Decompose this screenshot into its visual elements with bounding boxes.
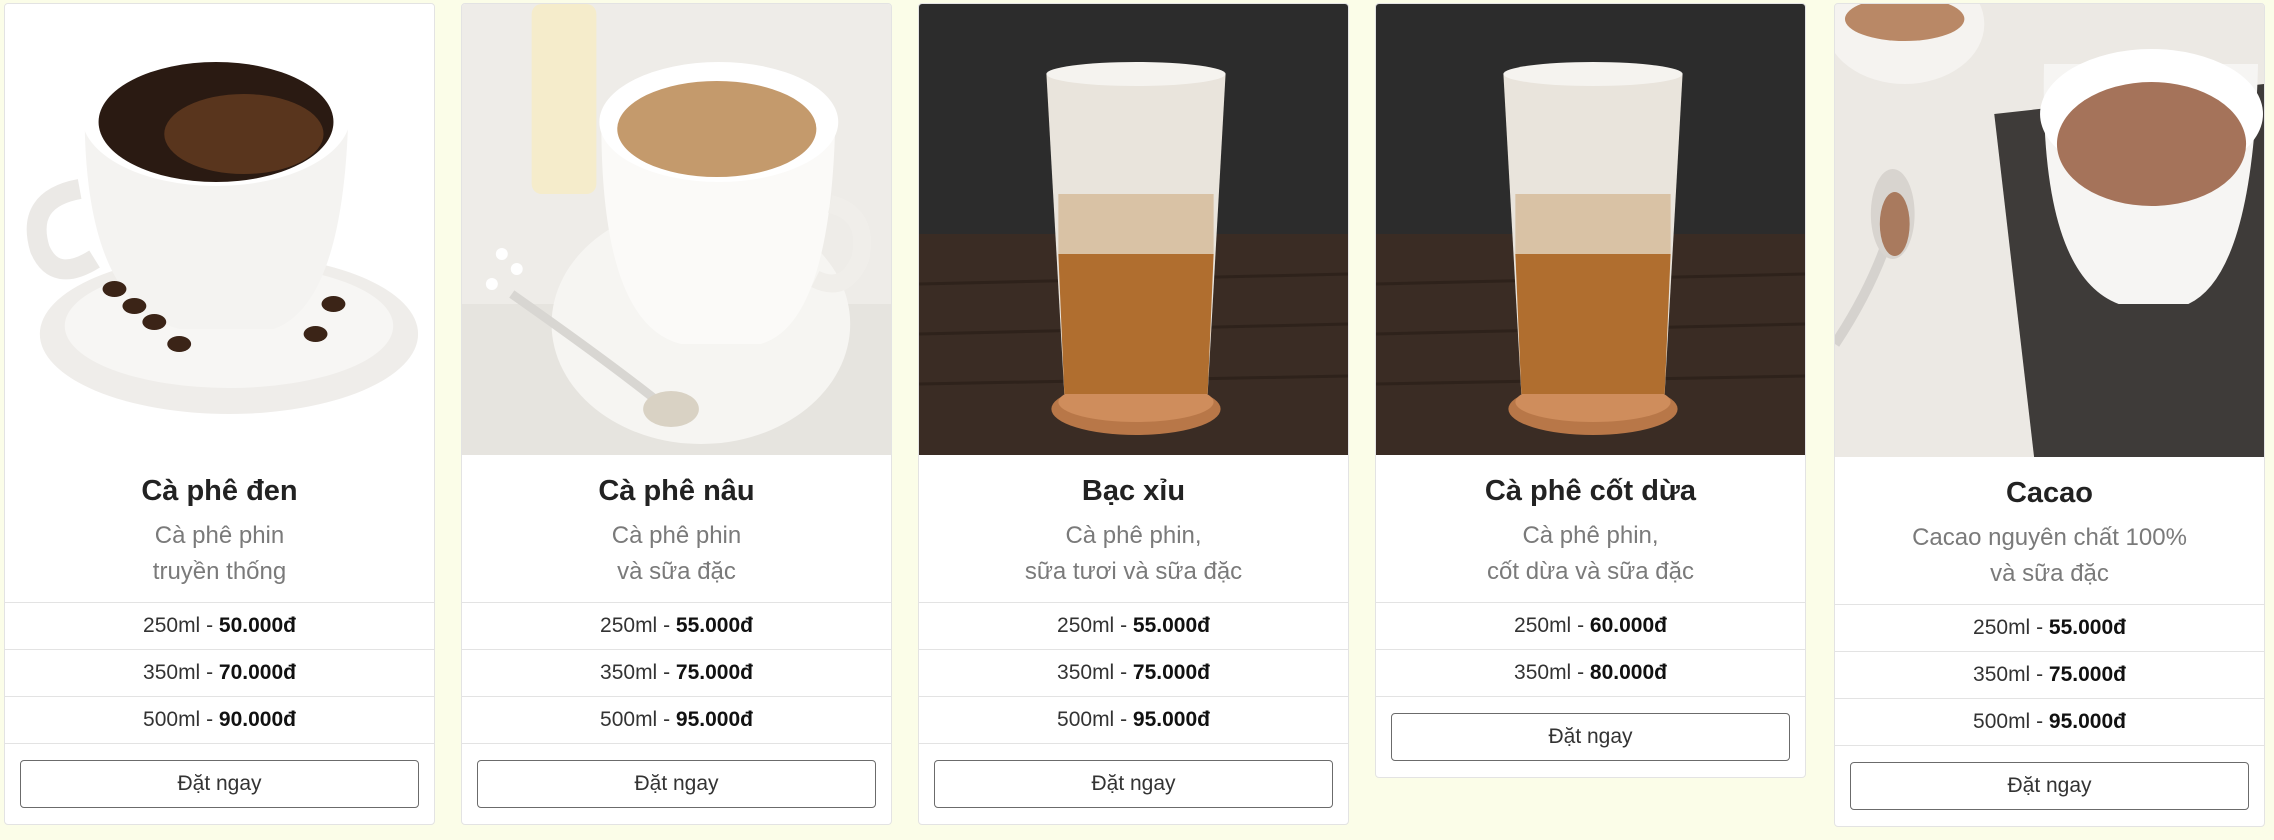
order-button[interactable]: Đặt ngay [1850, 762, 2249, 810]
product-row: Cà phê đen Cà phê phin truyền thống 250m… [0, 0, 2274, 840]
price-row: 500ml - 95.000đ [462, 697, 891, 744]
price-row: 500ml - 95.000đ [919, 697, 1348, 744]
product-title: Cà phê đen [141, 475, 298, 507]
product-description: Cà phê phin, cốt dừa và sữa đặc [1487, 522, 1694, 585]
cacao-image [1835, 4, 2264, 457]
product-description: Cà phê phin truyền thống [152, 522, 287, 585]
order-button[interactable]: Đặt ngay [934, 760, 1333, 808]
black-coffee-image [5, 4, 434, 455]
order-button[interactable]: Đặt ngay [20, 760, 419, 808]
price-row: 250ml - 55.000đ [1835, 605, 2264, 652]
price-row: 250ml - 50.000đ [5, 603, 434, 650]
product-title: Bạc xỉu [1081, 475, 1186, 507]
product-description: Cacao nguyên chất 100% và sữa đặc [1912, 524, 2187, 587]
product-info: Cà phê cốt dừa Cà phê phin, cốt dừa và s… [1376, 455, 1805, 602]
price-row: 500ml - 90.000đ [5, 697, 434, 744]
price-row: 350ml - 80.000đ [1376, 650, 1805, 697]
product-title: Cà phê nâu [598, 475, 755, 507]
product-card-ca-phe-nau: Cà phê nâu Cà phê phin và sữa đặc 250ml … [461, 3, 892, 825]
price-list: 250ml - 55.000đ 350ml - 75.000đ 500ml - … [1835, 604, 2264, 746]
order-button[interactable]: Đặt ngay [477, 760, 876, 808]
product-info: Bạc xỉu Cà phê phin, sữa tươi và sữa đặc [919, 455, 1348, 602]
price-row: 350ml - 75.000đ [462, 650, 891, 697]
price-list: 250ml - 50.000đ 350ml - 70.000đ 500ml - … [5, 602, 434, 744]
product-description: Cà phê phin, sữa tươi và sữa đặc [1024, 522, 1243, 585]
price-row: 250ml - 60.000đ [1376, 603, 1805, 650]
product-info: Cacao Cacao nguyên chất 100% và sữa đặc [1835, 457, 2264, 604]
product-card-ca-phe-cot-dua: Cà phê cốt dừa Cà phê phin, cốt dừa và s… [1375, 3, 1806, 778]
milk-coffee-image [462, 4, 891, 455]
price-list: 250ml - 60.000đ 350ml - 80.000đ [1376, 602, 1805, 697]
iced-latte-image [919, 4, 1348, 455]
product-info: Cà phê nâu Cà phê phin và sữa đặc [462, 455, 891, 602]
product-title: Cà phê cốt dừa [1484, 475, 1697, 507]
price-list: 250ml - 55.000đ 350ml - 75.000đ 500ml - … [462, 602, 891, 744]
price-row: 500ml - 95.000đ [1835, 699, 2264, 746]
order-button[interactable]: Đặt ngay [1391, 713, 1790, 761]
coconut-coffee-image [1376, 4, 1805, 455]
price-row: 350ml - 75.000đ [1835, 652, 2264, 699]
product-title: Cacao [2005, 477, 2094, 509]
product-card-bac-xiu: Bạc xỉu Cà phê phin, sữa tươi và sữa đặc… [918, 3, 1349, 825]
price-row: 350ml - 70.000đ [5, 650, 434, 697]
product-card-cacao: Cacao Cacao nguyên chất 100% và sữa đặc … [1834, 3, 2265, 827]
product-description: Cà phê phin và sữa đặc [611, 522, 742, 585]
price-row: 350ml - 75.000đ [919, 650, 1348, 697]
price-row: 250ml - 55.000đ [462, 603, 891, 650]
price-row: 250ml - 55.000đ [919, 603, 1348, 650]
product-info: Cà phê đen Cà phê phin truyền thống [5, 455, 434, 602]
product-card-ca-phe-den: Cà phê đen Cà phê phin truyền thống 250m… [4, 3, 435, 825]
price-list: 250ml - 55.000đ 350ml - 75.000đ 500ml - … [919, 602, 1348, 744]
